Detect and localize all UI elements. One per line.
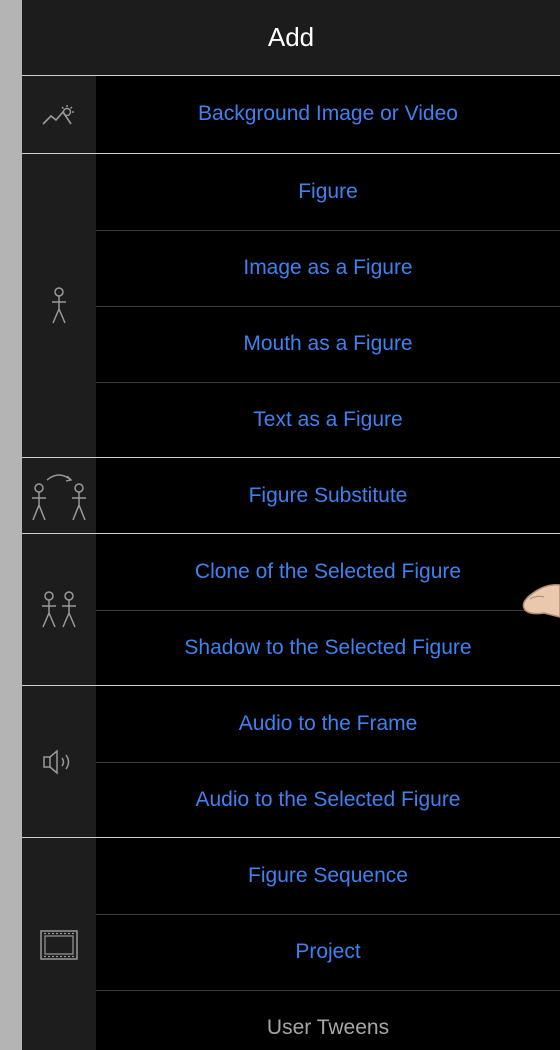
group-background: Background Image or Video (22, 75, 560, 153)
menu-item-background-image-or-video[interactable]: Background Image or Video (96, 76, 560, 152)
menu-item-user-tweens[interactable]: User Tweens (96, 990, 560, 1050)
figure-substitute-icon (29, 470, 89, 522)
menu-item-mouth-as-a-figure[interactable]: Mouth as a Figure (96, 306, 560, 382)
group-figure-substitute: Figure Substitute (22, 457, 560, 533)
menu-title: Add (22, 0, 560, 75)
pointing-hand-icon (514, 577, 560, 625)
menu-item-audio-to-selected-figure[interactable]: Audio to the Selected Figure (96, 762, 560, 838)
menu-item-image-as-a-figure[interactable]: Image as a Figure (96, 230, 560, 306)
menu-item-shadow-to-selected-figure[interactable]: Shadow to the Selected Figure (96, 610, 560, 686)
menu-item-figure-sequence[interactable]: Figure Sequence (96, 838, 560, 914)
background-icon (41, 104, 77, 126)
clone-figures-icon (39, 590, 79, 629)
menu-item-figure[interactable]: Figure (96, 154, 560, 230)
add-menu-panel: Add Background Image or Video Figure Ima… (22, 0, 560, 1050)
menu-item-clone-of-selected-figure[interactable]: Clone of the Selected Figure (96, 534, 560, 610)
film-icon (40, 929, 78, 960)
menu-item-figure-substitute[interactable]: Figure Substitute (96, 458, 560, 534)
menu-item-audio-to-the-frame[interactable]: Audio to the Frame (96, 686, 560, 762)
group-sequence: Figure Sequence Project User Tweens (22, 837, 560, 1050)
group-clone-shadow: Clone of the Selected Figure Shadow to t… (22, 533, 560, 685)
group-figure: Figure Image as a Figure Mouth as a Figu… (22, 153, 560, 457)
menu-item-text-as-a-figure[interactable]: Text as a Figure (96, 382, 560, 458)
speaker-icon (42, 748, 76, 775)
figure-icon (49, 286, 69, 325)
group-audio: Audio to the Frame Audio to the Selected… (22, 685, 560, 837)
menu-item-project[interactable]: Project (96, 914, 560, 990)
